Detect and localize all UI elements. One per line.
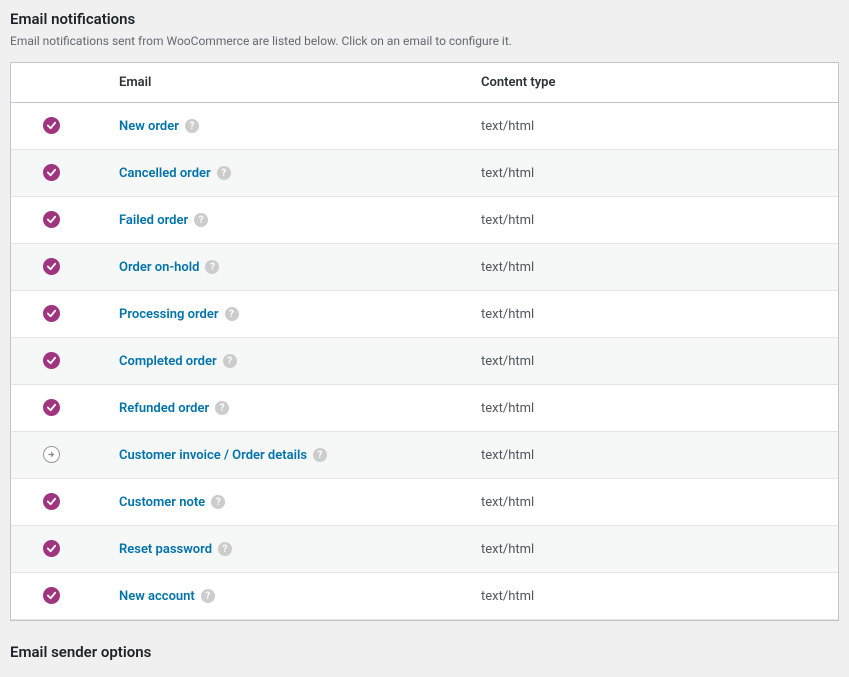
content-type-cell: text/html — [471, 150, 838, 197]
status-cell — [11, 103, 91, 150]
section-title: Email notifications — [10, 10, 839, 28]
email-cell: Cancelled order? — [91, 150, 471, 197]
status-cell — [11, 526, 91, 573]
status-cell — [11, 479, 91, 526]
table-row: New account?text/html — [11, 573, 838, 620]
email-link[interactable]: Customer invoice / Order details — [119, 448, 307, 463]
content-type-cell: text/html — [471, 432, 838, 479]
email-link[interactable]: Customer note — [119, 495, 205, 510]
help-icon[interactable]: ? — [215, 401, 229, 415]
content-type-cell: text/html — [471, 479, 838, 526]
email-link[interactable]: Order on-hold — [119, 260, 199, 275]
content-type-cell: text/html — [471, 338, 838, 385]
email-link[interactable]: Cancelled order — [119, 166, 211, 181]
help-icon[interactable]: ? — [205, 260, 219, 274]
email-cell: Completed order? — [91, 338, 471, 385]
help-icon[interactable]: ? — [201, 589, 215, 603]
content-type-cell: text/html — [471, 385, 838, 432]
status-enabled-icon — [43, 587, 60, 604]
content-type-cell: text/html — [471, 291, 838, 338]
status-cell — [11, 432, 91, 479]
status-cell — [11, 291, 91, 338]
column-email: Email — [91, 63, 471, 103]
help-icon[interactable]: ? — [313, 448, 327, 462]
email-cell: Customer note? — [91, 479, 471, 526]
status-enabled-icon — [43, 540, 60, 557]
content-type-cell: text/html — [471, 244, 838, 291]
table-row: Failed order?text/html — [11, 197, 838, 244]
email-cell: New account? — [91, 573, 471, 620]
table-row: Completed order?text/html — [11, 338, 838, 385]
status-enabled-icon — [43, 352, 60, 369]
table-row: Customer note?text/html — [11, 479, 838, 526]
table-row: Reset password?text/html — [11, 526, 838, 573]
table-row: Order on-hold?text/html — [11, 244, 838, 291]
status-enabled-icon — [43, 117, 60, 134]
status-cell — [11, 573, 91, 620]
help-icon[interactable]: ? — [217, 166, 231, 180]
table-header-row: Email Content type — [11, 63, 838, 103]
content-type-cell: text/html — [471, 197, 838, 244]
email-notifications-table: Email Content type New order?text/htmlCa… — [10, 62, 839, 621]
table-row: New order?text/html — [11, 103, 838, 150]
section-title-sender-options: Email sender options — [10, 643, 839, 661]
help-icon[interactable]: ? — [223, 354, 237, 368]
table-row: Cancelled order?text/html — [11, 150, 838, 197]
status-cell — [11, 385, 91, 432]
column-content-type: Content type — [471, 63, 838, 103]
help-icon[interactable]: ? — [185, 119, 199, 133]
status-enabled-icon — [43, 399, 60, 416]
status-enabled-icon — [43, 211, 60, 228]
email-cell: Failed order? — [91, 197, 471, 244]
help-icon[interactable]: ? — [218, 542, 232, 556]
column-status — [11, 63, 91, 103]
status-cell — [11, 338, 91, 385]
help-icon[interactable]: ? — [211, 495, 225, 509]
email-cell: Processing order? — [91, 291, 471, 338]
status-cell — [11, 244, 91, 291]
section-description: Email notifications sent from WooCommerc… — [10, 34, 839, 48]
email-cell: Refunded order? — [91, 385, 471, 432]
email-link[interactable]: Completed order — [119, 354, 217, 369]
email-cell: Reset password? — [91, 526, 471, 573]
email-link[interactable]: Refunded order — [119, 401, 209, 416]
status-enabled-icon — [43, 164, 60, 181]
help-icon[interactable]: ? — [194, 213, 208, 227]
email-link[interactable]: Failed order — [119, 213, 188, 228]
status-enabled-icon — [43, 305, 60, 322]
table-row: Processing order?text/html — [11, 291, 838, 338]
email-link[interactable]: New account — [119, 589, 195, 604]
email-link[interactable]: Reset password — [119, 542, 212, 557]
status-enabled-icon — [43, 258, 60, 275]
email-link[interactable]: New order — [119, 119, 179, 134]
content-type-cell: text/html — [471, 103, 838, 150]
email-link[interactable]: Processing order — [119, 307, 219, 322]
content-type-cell: text/html — [471, 526, 838, 573]
status-cell — [11, 197, 91, 244]
email-cell: Customer invoice / Order details? — [91, 432, 471, 479]
status-cell — [11, 150, 91, 197]
email-cell: Order on-hold? — [91, 244, 471, 291]
help-icon[interactable]: ? — [225, 307, 239, 321]
table-row: Customer invoice / Order details?text/ht… — [11, 432, 838, 479]
status-manual-icon — [43, 446, 60, 463]
email-cell: New order? — [91, 103, 471, 150]
content-type-cell: text/html — [471, 573, 838, 620]
status-enabled-icon — [43, 493, 60, 510]
table-row: Refunded order?text/html — [11, 385, 838, 432]
